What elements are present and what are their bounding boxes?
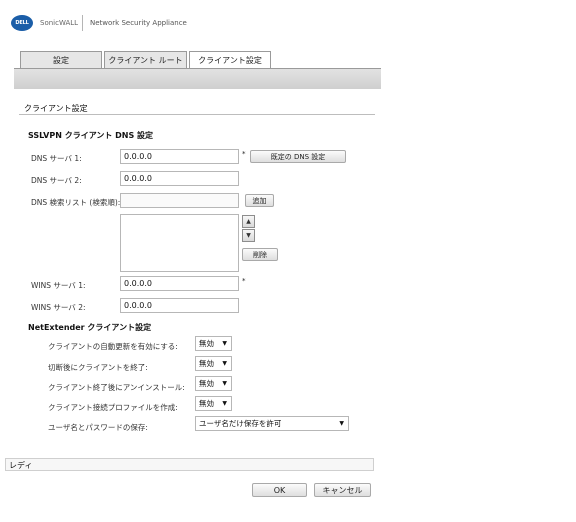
dns-search-input[interactable] <box>120 193 239 208</box>
credentials-select[interactable]: ユーザ名だけ保存を許可 ▼ <box>195 416 349 431</box>
ok-button[interactable]: OK <box>252 483 307 497</box>
chevron-down-icon: ▼ <box>222 340 227 347</box>
dns-heading: SSLVPN クライアント DNS 設定 <box>28 131 154 140</box>
chevron-down-icon: ▼ <box>222 400 227 407</box>
create-profile-label: クライアント接続プロファイルを作成: <box>48 403 178 412</box>
wins-server-2-label: WINS サーバ 2: <box>31 303 86 312</box>
dns-search-list[interactable] <box>120 214 239 272</box>
wins-server-1-input[interactable]: 0.0.0.0 <box>120 276 239 291</box>
status-bar: レディ <box>5 458 374 471</box>
tab-settings[interactable]: 設定 <box>20 51 102 68</box>
credentials-label: ユーザ名とパスワードの保存: <box>48 423 148 432</box>
uninstall-after-exit-select[interactable]: 無効 ▼ <box>195 376 232 391</box>
uninstall-after-exit-value: 無効 <box>199 379 214 388</box>
toolbar-band <box>14 69 381 89</box>
create-profile-value: 無効 <box>199 399 214 408</box>
dns-server-1-label: DNS サーバ 1: <box>31 154 82 163</box>
netextender-heading: NetExtender クライアント設定 <box>28 323 152 332</box>
delete-button[interactable]: 削除 <box>242 248 278 261</box>
dns-search-list-label: DNS 検索リスト (検索順): <box>31 198 121 207</box>
section-divider <box>19 114 375 115</box>
auto-update-label: クライアントの自動更新を有効にする: <box>48 342 178 351</box>
product-name: Network Security Appliance <box>90 19 187 27</box>
dell-logo: DELL <box>11 15 33 31</box>
add-button[interactable]: 追加 <box>245 194 274 207</box>
dns-server-2-label: DNS サーバ 2: <box>31 176 82 185</box>
required-mark: * <box>242 150 246 158</box>
tab-client-settings[interactable]: クライアント設定 <box>189 51 271 69</box>
wins-server-2-input[interactable]: 0.0.0.0 <box>120 298 239 313</box>
exit-after-disconnect-value: 無効 <box>199 359 214 368</box>
brand-name: SonicWALL <box>40 19 79 27</box>
section-title: クライアント設定 <box>24 104 88 113</box>
dns-server-2-input[interactable]: 0.0.0.0 <box>120 171 239 186</box>
default-dns-button[interactable]: 既定の DNS 設定 <box>250 150 346 163</box>
required-mark: * <box>242 277 246 285</box>
chevron-down-icon: ▼ <box>222 380 227 387</box>
arrow-up-icon[interactable]: ▲ <box>242 215 255 228</box>
dns-server-1-input[interactable]: 0.0.0.0 <box>120 149 239 164</box>
cancel-button[interactable]: キャンセル <box>314 483 371 497</box>
wins-server-1-label: WINS サーバ 1: <box>31 281 86 290</box>
chevron-down-icon: ▼ <box>339 420 344 427</box>
auto-update-value: 無効 <box>199 339 214 348</box>
chevron-down-icon: ▼ <box>222 360 227 367</box>
uninstall-after-exit-label: クライアント終了後にアンインストール: <box>48 383 185 392</box>
header-divider <box>82 15 83 31</box>
exit-after-disconnect-label: 切断後にクライアントを終了: <box>48 363 148 372</box>
tab-client-routes[interactable]: クライアント ルート <box>104 51 187 68</box>
exit-after-disconnect-select[interactable]: 無効 ▼ <box>195 356 232 371</box>
create-profile-select[interactable]: 無効 ▼ <box>195 396 232 411</box>
credentials-value: ユーザ名だけ保存を許可 <box>199 419 282 428</box>
auto-update-select[interactable]: 無効 ▼ <box>195 336 232 351</box>
arrow-down-icon[interactable]: ▼ <box>242 229 255 242</box>
